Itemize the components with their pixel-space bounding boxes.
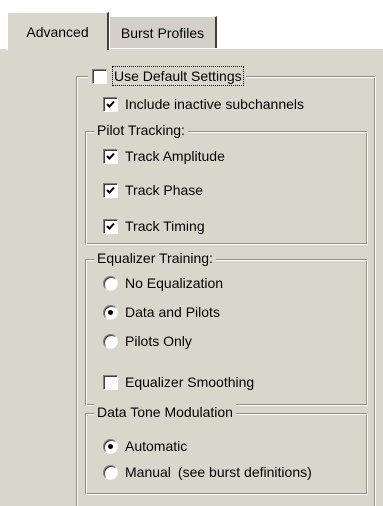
- tab-advanced-label: Advanced: [26, 23, 89, 40]
- track-timing-checkbox[interactable]: Track Timing: [103, 216, 205, 236]
- include-inactive-subchannels-label: Include inactive subchannels: [125, 96, 305, 112]
- data-and-pilots-radio-circle[interactable]: [103, 304, 118, 320]
- advanced-tab-page: Use Default Settings Include inactive su…: [0, 48, 383, 506]
- track-phase-box[interactable]: [103, 182, 118, 198]
- track-phase-checkbox[interactable]: Track Phase: [103, 180, 203, 200]
- include-inactive-subchannels-box[interactable]: [103, 96, 118, 112]
- advanced-settings-dialog: Advanced Burst Profiles Use Default Sett…: [0, 0, 383, 506]
- automatic-radio-circle[interactable]: [103, 438, 118, 454]
- automatic-radio[interactable]: Automatic: [103, 436, 187, 456]
- equalizer-training-title: Equalizer Training:: [94, 250, 216, 266]
- track-phase-label: Track Phase: [125, 182, 204, 198]
- equalizer-smoothing-box[interactable]: [103, 374, 118, 390]
- manual-label: Manual: [125, 464, 171, 480]
- data-tone-modulation-title: Data Tone Modulation: [94, 404, 236, 420]
- manual-radio[interactable]: Manual (see burst definitions): [103, 462, 312, 482]
- checkmark-icon: [106, 152, 115, 160]
- use-default-settings-checkbox[interactable]: Use Default Settings: [88, 66, 246, 86]
- tab-advanced[interactable]: Advanced: [7, 12, 109, 50]
- no-equalization-radio[interactable]: No Equalization: [103, 273, 223, 293]
- radio-dot-icon: [108, 309, 113, 315]
- no-equalization-radio-circle[interactable]: [103, 275, 118, 291]
- pilot-tracking-title: Pilot Tracking:: [94, 122, 188, 138]
- use-default-settings-label: Use Default Settings: [112, 66, 244, 86]
- pilots-only-radio[interactable]: Pilots Only: [103, 331, 192, 351]
- include-inactive-subchannels-checkbox[interactable]: Include inactive subchannels: [103, 94, 304, 114]
- data-and-pilots-label: Data and Pilots: [125, 304, 220, 320]
- track-amplitude-box[interactable]: [103, 148, 118, 164]
- pilots-only-label: Pilots Only: [125, 333, 192, 349]
- manual-note: (see burst definitions): [177, 464, 312, 480]
- data-and-pilots-radio[interactable]: Data and Pilots: [103, 302, 220, 322]
- equalizer-smoothing-checkbox[interactable]: Equalizer Smoothing: [103, 372, 254, 392]
- no-equalization-label: No Equalization: [125, 275, 224, 291]
- track-timing-box[interactable]: [103, 218, 118, 234]
- radio-dot-icon: [108, 443, 113, 449]
- equalizer-smoothing-label: Equalizer Smoothing: [125, 374, 255, 390]
- automatic-label: Automatic: [125, 438, 188, 454]
- checkmark-icon: [106, 186, 115, 194]
- checkmark-icon: [106, 100, 115, 108]
- track-amplitude-label: Track Amplitude: [125, 148, 225, 164]
- manual-radio-circle[interactable]: [103, 464, 118, 480]
- tab-burst-profiles-label: Burst Profiles: [120, 24, 205, 41]
- use-default-settings-box[interactable]: [92, 68, 107, 84]
- track-amplitude-checkbox[interactable]: Track Amplitude: [103, 146, 225, 166]
- tab-burst-profiles[interactable]: Burst Profiles: [110, 16, 217, 48]
- pilots-only-radio-circle[interactable]: [103, 333, 118, 349]
- track-timing-label: Track Timing: [125, 218, 205, 234]
- checkmark-icon: [106, 222, 115, 230]
